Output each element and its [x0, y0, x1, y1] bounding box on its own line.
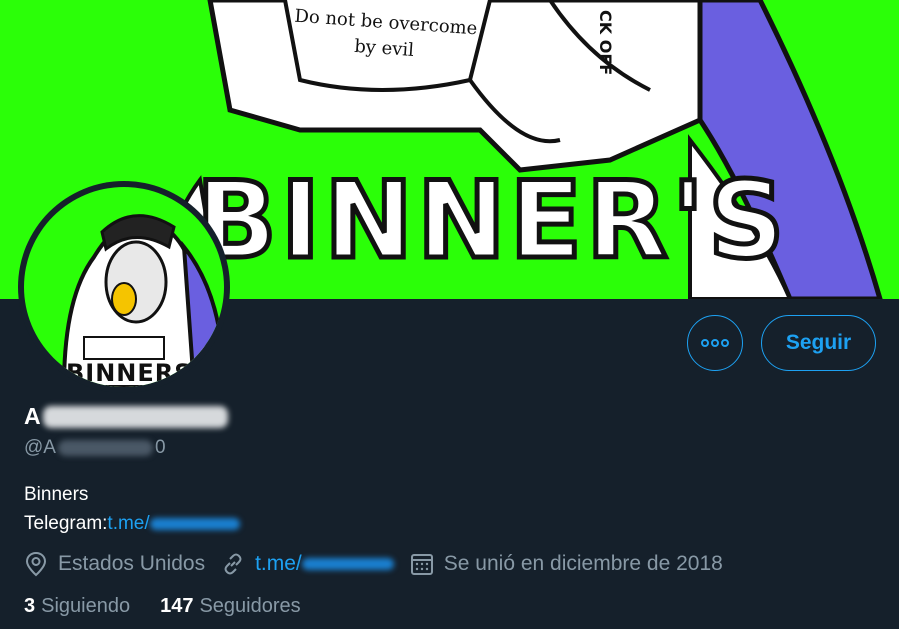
- profile-name-text: A: [24, 403, 41, 429]
- more-options-button[interactable]: [687, 315, 743, 371]
- calendar-icon: [410, 554, 433, 575]
- handle-prefix: @A: [24, 437, 56, 458]
- profile-handle: @A 0: [24, 437, 166, 459]
- followers-count: 147: [160, 595, 194, 617]
- avatar[interactable]: BINNERS: [18, 181, 230, 393]
- link-icon: [224, 553, 242, 575]
- avatar-illustration: [61, 214, 224, 387]
- redacted-bio-link: [149, 517, 240, 530]
- redacted-name: [42, 405, 228, 428]
- following-label: Siguiendo: [41, 595, 131, 617]
- handle-suffix: 0: [154, 437, 166, 458]
- followers-stat[interactable]: 147 Seguidores: [160, 595, 301, 618]
- profile-stats: 3 Siguiendo 147 Seguidores: [24, 595, 331, 618]
- profile-bio: Binners Telegram: t.me/: [24, 480, 240, 538]
- avatar-label: BINNERS: [66, 359, 193, 387]
- bio-telegram-label: Telegram:: [24, 513, 108, 534]
- bio-telegram-link[interactable]: t.me/: [107, 509, 149, 538]
- location-text: Estados Unidos: [58, 552, 206, 575]
- redacted-meta-link: [301, 558, 394, 570]
- following-stat[interactable]: 3 Siguiendo: [24, 595, 130, 618]
- meta-joined: Se unió en diciembre de 2018: [410, 552, 723, 576]
- bio-line-2: Telegram: t.me/: [24, 509, 240, 538]
- meta-location: Estados Unidos: [24, 551, 205, 577]
- redacted-handle: [57, 440, 153, 456]
- location-pin-icon: [25, 551, 47, 577]
- following-count: 3: [24, 595, 36, 617]
- banner-side-text: CK OFF: [596, 10, 615, 76]
- meta-link[interactable]: t.me/: [221, 552, 394, 576]
- profile-meta: Estados Unidos t.me/ Se unió en diciembr…: [24, 550, 739, 578]
- meta-link-text[interactable]: t.me/: [255, 552, 302, 576]
- banner-headline: BINNER'S: [194, 159, 789, 282]
- more-horizontal-icon: [701, 339, 729, 347]
- profile-name: A: [24, 403, 228, 430]
- avatar-image: BINNERS: [24, 187, 224, 387]
- bio-line-1: Binners: [24, 484, 89, 505]
- joined-text: Se unió en diciembre de 2018: [443, 552, 723, 575]
- followers-label: Seguidores: [199, 595, 301, 617]
- follow-button[interactable]: Seguir: [761, 315, 876, 371]
